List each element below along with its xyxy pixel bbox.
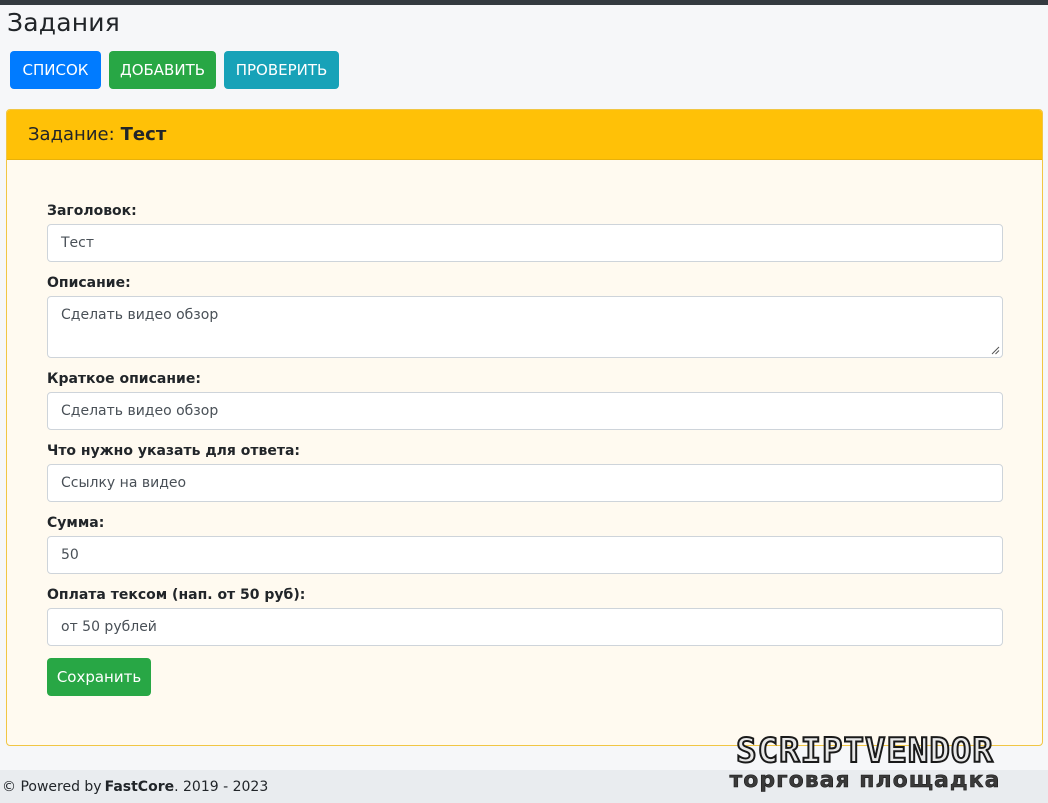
top-bar — [0, 0, 1048, 5]
short-description-input[interactable]: Сделать видео обзор — [47, 392, 1003, 430]
add-button[interactable]: ДОБАВИТЬ — [109, 51, 216, 89]
description-label: Описание: — [47, 275, 131, 291]
title-input[interactable]: Тест — [47, 224, 1003, 262]
answer-requirement-field-group: Что нужно указать для ответа: Ссылку на … — [47, 442, 1003, 502]
scriptvendor-watermark: SCRIPTVENDOR торговая площадка — [692, 731, 1038, 795]
card-header-prefix: Задание: — [28, 124, 115, 145]
check-button[interactable]: ПРОВЕРИТЬ — [224, 51, 339, 89]
description-field-group: Описание: Сделать видео обзор — [47, 274, 1003, 358]
description-textarea[interactable]: Сделать видео обзор — [47, 296, 1003, 358]
watermark-subtitle: торговая площадка — [729, 768, 1001, 793]
page-title: Задания — [7, 8, 120, 37]
short-description-label: Краткое описание: — [47, 371, 201, 387]
title-field-group: Заголовок: Тест — [47, 202, 1003, 262]
answer-requirement-label: Что нужно указать для ответа: — [47, 443, 300, 459]
footer-prefix: © Powered by — [2, 778, 102, 795]
save-button[interactable]: Сохранить — [47, 658, 151, 696]
amount-input[interactable]: 50 — [47, 536, 1003, 574]
footer-brand: FastCore — [104, 778, 175, 795]
title-label: Заголовок: — [47, 203, 137, 219]
resize-handle-icon[interactable] — [991, 346, 1000, 355]
short-description-field-group: Краткое описание: Сделать видео обзор — [47, 370, 1003, 430]
footer-years: . 2019 - 2023 — [174, 778, 269, 795]
amount-field-group: Сумма: 50 — [47, 514, 1003, 574]
payment-text-input[interactable]: от 50 рублей — [47, 608, 1003, 646]
nav-buttons: СПИСОК ДОБАВИТЬ ПРОВЕРИТЬ — [10, 51, 339, 89]
answer-requirement-input[interactable]: Ссылку на видео — [47, 464, 1003, 502]
card-header-task-name: Тест — [120, 124, 167, 145]
task-form: Заголовок: Тест Описание: Сделать видео … — [47, 202, 1003, 696]
payment-text-field-group: Оплата тексом (нап. от 50 руб): от 50 ру… — [47, 586, 1003, 646]
description-text: Сделать видео обзор — [61, 307, 219, 323]
card-header: Задание: Тест — [7, 110, 1042, 160]
amount-label: Сумма: — [47, 515, 105, 531]
payment-text-label: Оплата тексом (нап. от 50 руб): — [47, 587, 306, 603]
watermark-title: SCRIPTVENDOR — [735, 731, 994, 771]
list-button[interactable]: СПИСОК — [10, 51, 101, 89]
